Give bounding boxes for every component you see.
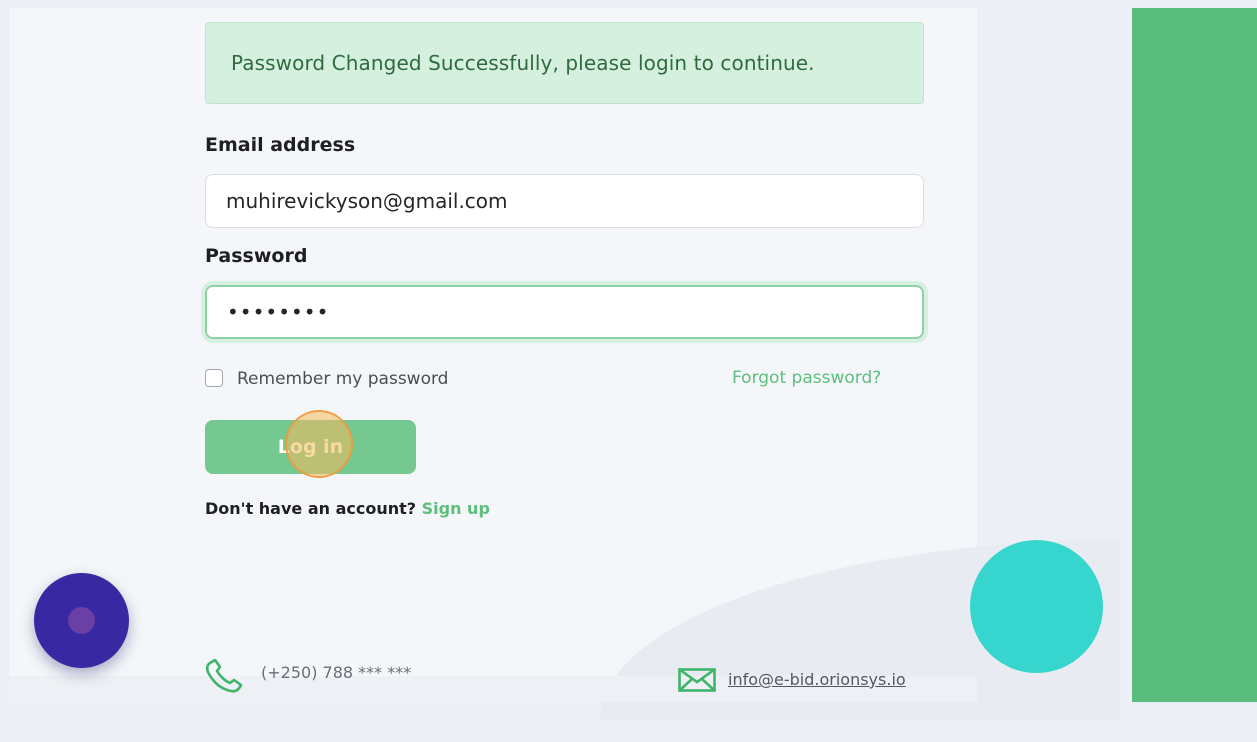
success-alert-message: Password Changed Successfully, please lo…: [231, 51, 815, 75]
forgot-password-link[interactable]: Forgot password?: [732, 368, 881, 388]
signup-prompt: Don't have an account? Sign up: [205, 499, 490, 518]
remember-checkbox[interactable]: [205, 369, 223, 387]
signup-link[interactable]: Sign up: [422, 499, 490, 518]
password-input[interactable]: [205, 285, 924, 339]
success-alert: Password Changed Successfully, please lo…: [205, 22, 924, 104]
phone-icon: [205, 659, 243, 693]
mail-icon: [678, 668, 716, 692]
green-side-strip: [1132, 8, 1257, 702]
email-input[interactable]: [205, 174, 924, 228]
email-label: Email address: [205, 134, 356, 156]
chat-launcher-button[interactable]: [34, 573, 129, 668]
footer-email-link[interactable]: info@e-bid.orionsys.io: [728, 670, 906, 689]
remember-label[interactable]: Remember my password: [237, 369, 448, 389]
click-indicator: [285, 410, 353, 478]
chat-launcher-icon: [68, 607, 95, 634]
password-label: Password: [205, 245, 308, 267]
no-account-text: Don't have an account?: [205, 499, 417, 518]
footer-phone: (+250) 788 *** ***: [261, 663, 412, 682]
decorative-circle: [970, 540, 1103, 673]
